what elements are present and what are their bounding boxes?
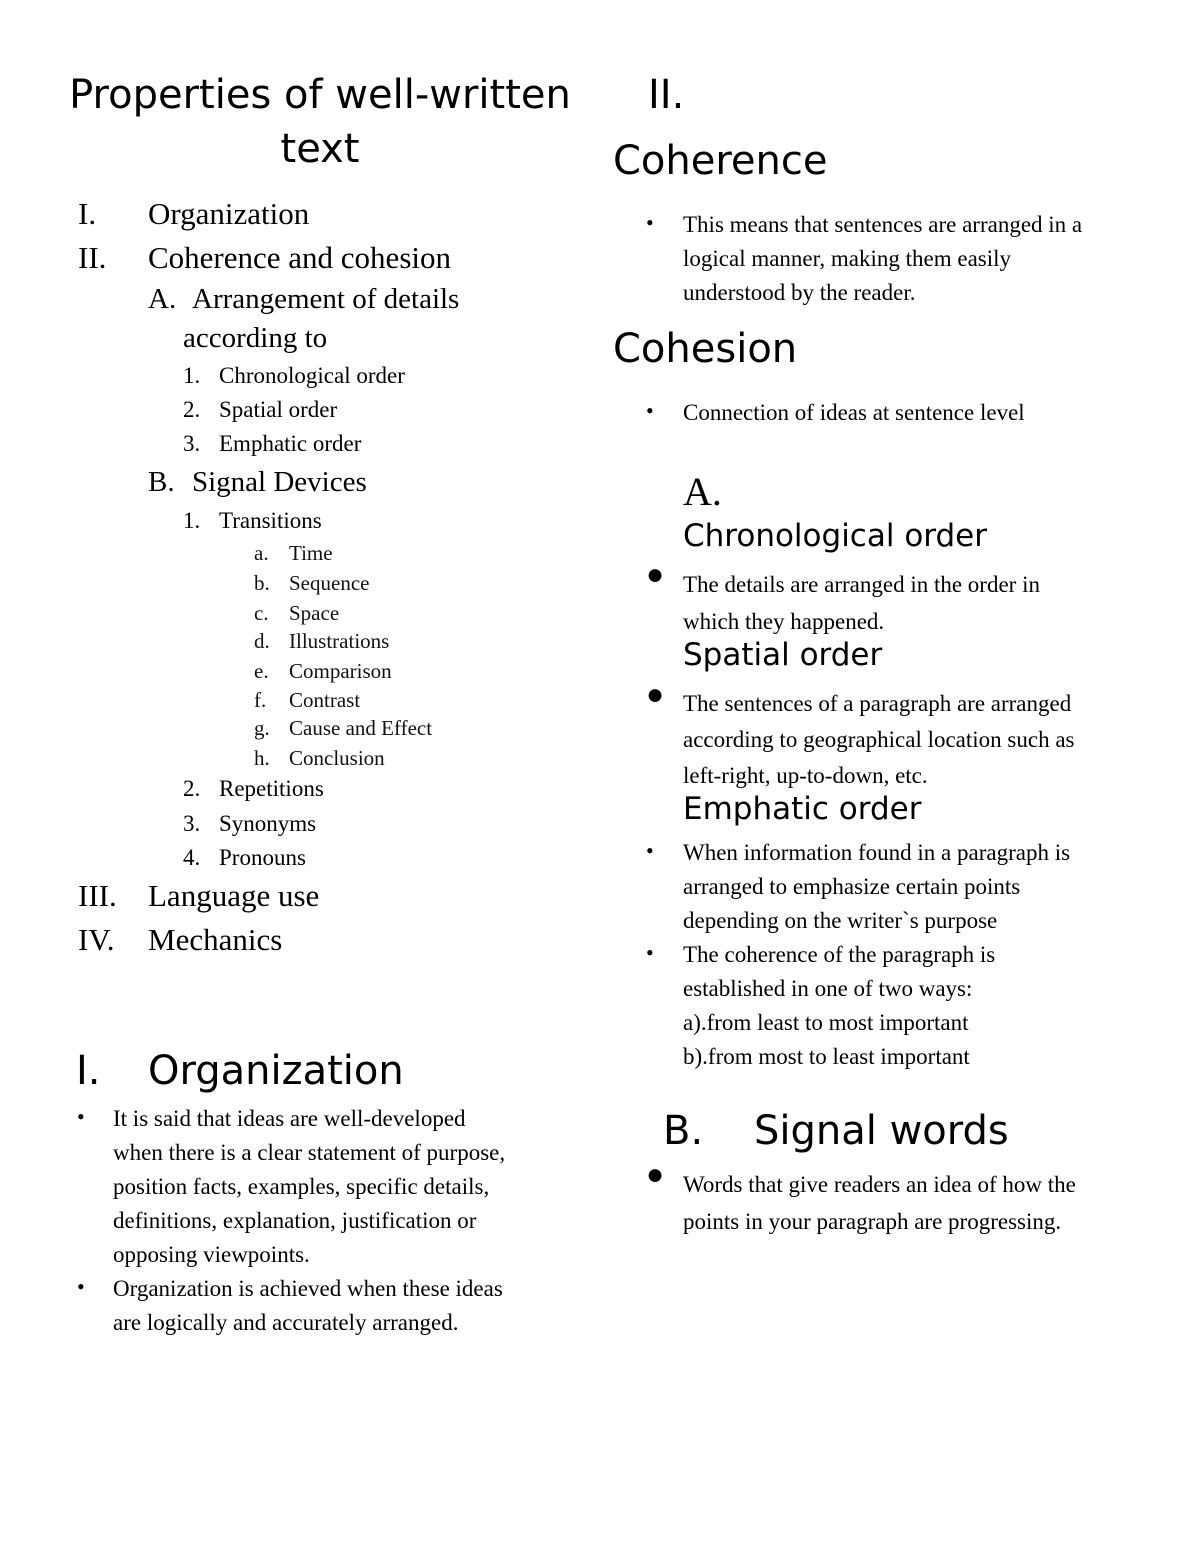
outline-item-emphatic: Emphatic order: [219, 431, 362, 456]
outline-num: 1.: [183, 363, 201, 388]
text-line: are logically and accurately arranged.: [113, 1310, 459, 1335]
transition-time: Time: [289, 541, 333, 565]
text-line: This means that sentences are arranged i…: [683, 212, 1083, 237]
chronological-heading: Chronological order: [683, 518, 987, 554]
outline-num: 4.: [183, 845, 201, 870]
text-line: position facts, examples, specific detai…: [113, 1174, 490, 1199]
outline-num: 3.: [183, 431, 201, 456]
signal-words-bullet: Words that give readers an idea of how t…: [683, 1166, 1076, 1240]
outline-item-transitions: Transitions: [219, 508, 322, 533]
outline-item-arrangement-cont: according to: [183, 322, 328, 354]
outline-num: 1.: [183, 508, 201, 533]
text-line: Words that give readers an idea of how t…: [683, 1172, 1076, 1197]
outline-num: I.: [78, 196, 97, 231]
text-line: when there is a clear statement of purpo…: [113, 1140, 506, 1165]
section-num: A.: [683, 469, 722, 514]
outline-num: A.: [148, 283, 177, 315]
transition-comparison: Comparison: [289, 659, 392, 683]
bullet-icon: •: [77, 1104, 85, 1129]
text-line: which they happened.: [683, 609, 885, 634]
transition-cause-effect: Cause and Effect: [289, 716, 433, 740]
bullet-icon: ●: [646, 678, 665, 711]
outline-item-synonyms: Synonyms: [219, 811, 317, 836]
outline-num: IV.: [78, 922, 115, 957]
outline-item-arrangement: Arrangement of details: [192, 283, 460, 315]
text-line: Organization is achieved when these idea…: [113, 1276, 503, 1301]
text-line: When information found in a paragraph is: [683, 840, 1071, 865]
outline-item-repetitions: Repetitions: [219, 776, 324, 801]
outline-letter: g.: [254, 716, 270, 740]
spatial-bullet: The sentences of a paragraph are arrange…: [683, 686, 1075, 794]
transition-sequence: Sequence: [289, 571, 370, 595]
outline-item-coherence-cohesion: Coherence and cohesion: [148, 240, 451, 275]
bullet-icon: ●: [646, 1158, 665, 1191]
emphatic-bullet-1: When information found in a paragraph is…: [683, 836, 1070, 938]
text-line: points in your paragraph are progressing…: [683, 1209, 1062, 1234]
text-line: understood by the reader.: [683, 280, 916, 305]
text-line: The sentences of a paragraph are arrange…: [683, 691, 1072, 716]
section-num: II.: [648, 72, 685, 118]
text-line: definitions, explanation, justification …: [113, 1208, 477, 1233]
coherence-heading: Coherence: [613, 138, 828, 184]
outline-letter: d.: [254, 629, 270, 653]
organization-bullet-1: It is said that ideas are well-developed…: [113, 1102, 505, 1272]
bullet-icon: •: [646, 838, 654, 863]
chronological-bullet: The details are arranged in the order in…: [683, 566, 1040, 640]
outline-num: 2.: [183, 397, 201, 422]
cohesion-bullet: Connection of ideas at sentence level: [683, 400, 1025, 425]
text-line: logical manner, making them easily: [683, 246, 1012, 271]
text-line: established in one of two ways:: [683, 976, 973, 1001]
organization-bullet-2: Organization is achieved when these idea…: [113, 1272, 503, 1340]
bullet-icon: •: [646, 940, 654, 965]
outline-item-language-use: Language use: [148, 878, 320, 913]
outline-num: B.: [148, 466, 175, 498]
outline-letter: h.: [254, 746, 270, 770]
text-line: b).from most to least important: [683, 1044, 970, 1069]
bullet-icon: •: [646, 210, 654, 235]
outline-item-signal-devices: Signal Devices: [192, 466, 367, 498]
emphatic-bullet-2: The coherence of the paragraph is establ…: [683, 938, 995, 1074]
bullet-icon: ●: [646, 558, 665, 591]
bullet-icon: •: [77, 1274, 85, 1299]
text-line: according to geographical location such …: [683, 727, 1075, 752]
outline-num: II.: [78, 240, 107, 275]
coherence-bullet: This means that sentences are arranged i…: [683, 208, 1082, 310]
outline-item-spatial: Spatial order: [219, 397, 338, 422]
cohesion-heading: Cohesion: [613, 326, 798, 372]
page-title: Properties of well-written text: [69, 72, 571, 172]
transition-conclusion: Conclusion: [289, 746, 385, 770]
text-line: arranged to emphasize certain points: [683, 874, 1021, 899]
outline-letter: f.: [254, 688, 267, 712]
bullet-icon: •: [646, 398, 654, 423]
emphatic-heading: Emphatic order: [683, 791, 922, 827]
text-line: The details are arranged in the order in: [683, 572, 1040, 597]
text-line: left-right, up-to-down, etc.: [683, 763, 928, 788]
transition-contrast: Contrast: [289, 688, 361, 712]
outline-letter: c.: [254, 601, 269, 625]
text-line: It is said that ideas are well-developed: [113, 1106, 466, 1131]
outline-letter: a.: [254, 541, 269, 565]
outline-num: III.: [78, 878, 117, 913]
text-line: a).from least to most important: [683, 1010, 969, 1035]
section-num: B.: [663, 1108, 704, 1154]
transition-space: Space: [289, 601, 340, 625]
outline-item-mechanics: Mechanics: [148, 922, 283, 957]
section-num: I.: [76, 1048, 101, 1094]
spatial-heading: Spatial order: [683, 637, 883, 673]
outline-letter: e.: [254, 659, 269, 683]
text-line: depending on the writer`s purpose: [683, 908, 998, 933]
outline-item-chronological: Chronological order: [219, 363, 405, 388]
signal-words-heading: Signal words: [754, 1108, 1009, 1154]
outline-item-organization: Organization: [148, 196, 310, 231]
outline-item-pronouns: Pronouns: [219, 845, 306, 870]
text-line: The coherence of the paragraph is: [683, 942, 996, 967]
organization-heading: Organization: [148, 1048, 404, 1094]
text-line: opposing viewpoints.: [113, 1242, 310, 1267]
outline-num: 2.: [183, 776, 201, 801]
outline-num: 3.: [183, 811, 201, 836]
outline-letter: b.: [254, 571, 270, 595]
transition-illustrations: Illustrations: [289, 629, 390, 653]
